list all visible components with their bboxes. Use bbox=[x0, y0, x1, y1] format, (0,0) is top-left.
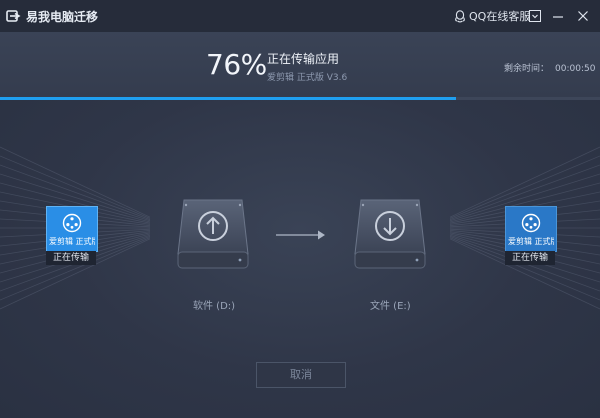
source-app-name: 爱剪辑 正式版 V3.6 bbox=[49, 237, 95, 246]
target-drive-label: 文件 (E:) bbox=[370, 301, 411, 312]
target-drive-icon bbox=[353, 196, 427, 272]
menu-dropdown-button[interactable] bbox=[528, 8, 542, 22]
qq-support-link[interactable]: QQ在线客服 bbox=[454, 7, 530, 25]
minimize-button[interactable] bbox=[551, 8, 565, 22]
source-app-state: 正在传输 bbox=[46, 251, 96, 265]
target-app-state: 正在传输 bbox=[505, 251, 555, 265]
transfer-arrow-icon bbox=[276, 230, 325, 240]
minimize-icon bbox=[553, 16, 563, 18]
video-editor-app-icon bbox=[521, 213, 541, 233]
cancel-button[interactable]: 取消 bbox=[256, 362, 346, 388]
qq-support-label: QQ在线客服 bbox=[469, 10, 531, 23]
source-drive-label: 软件 (D:) bbox=[193, 301, 236, 312]
close-button[interactable] bbox=[576, 8, 590, 22]
close-icon bbox=[578, 11, 588, 21]
source-app-tile: 爱剪辑 正式版 V3.6 bbox=[46, 206, 98, 252]
remaining-time-value: 00:00:50 bbox=[555, 64, 596, 74]
video-editor-app-icon bbox=[62, 213, 82, 233]
remaining-time-label: 剩余时间： bbox=[504, 64, 550, 74]
remaining-time: 剩余时间： 00:00:50 bbox=[504, 61, 595, 74]
transfer-status: 正在传输应用 bbox=[267, 52, 340, 66]
target-app-name: 爱剪辑 正式版 V3.6 bbox=[508, 237, 554, 246]
qq-icon bbox=[455, 9, 465, 22]
source-drive-icon bbox=[176, 196, 250, 272]
target-app-tile: 爱剪辑 正式版 V3.6 bbox=[505, 206, 557, 252]
current-item: 爱剪辑 正式版 V3.6 bbox=[267, 73, 348, 83]
app-logo-icon bbox=[6, 10, 21, 22]
dropdown-menu-icon bbox=[529, 10, 541, 22]
progress-percent: 76% bbox=[206, 48, 267, 81]
app-title: 易我电脑迁移 bbox=[26, 10, 99, 24]
title-bar: 易我电脑迁移 QQ在线客服 bbox=[0, 0, 600, 32]
